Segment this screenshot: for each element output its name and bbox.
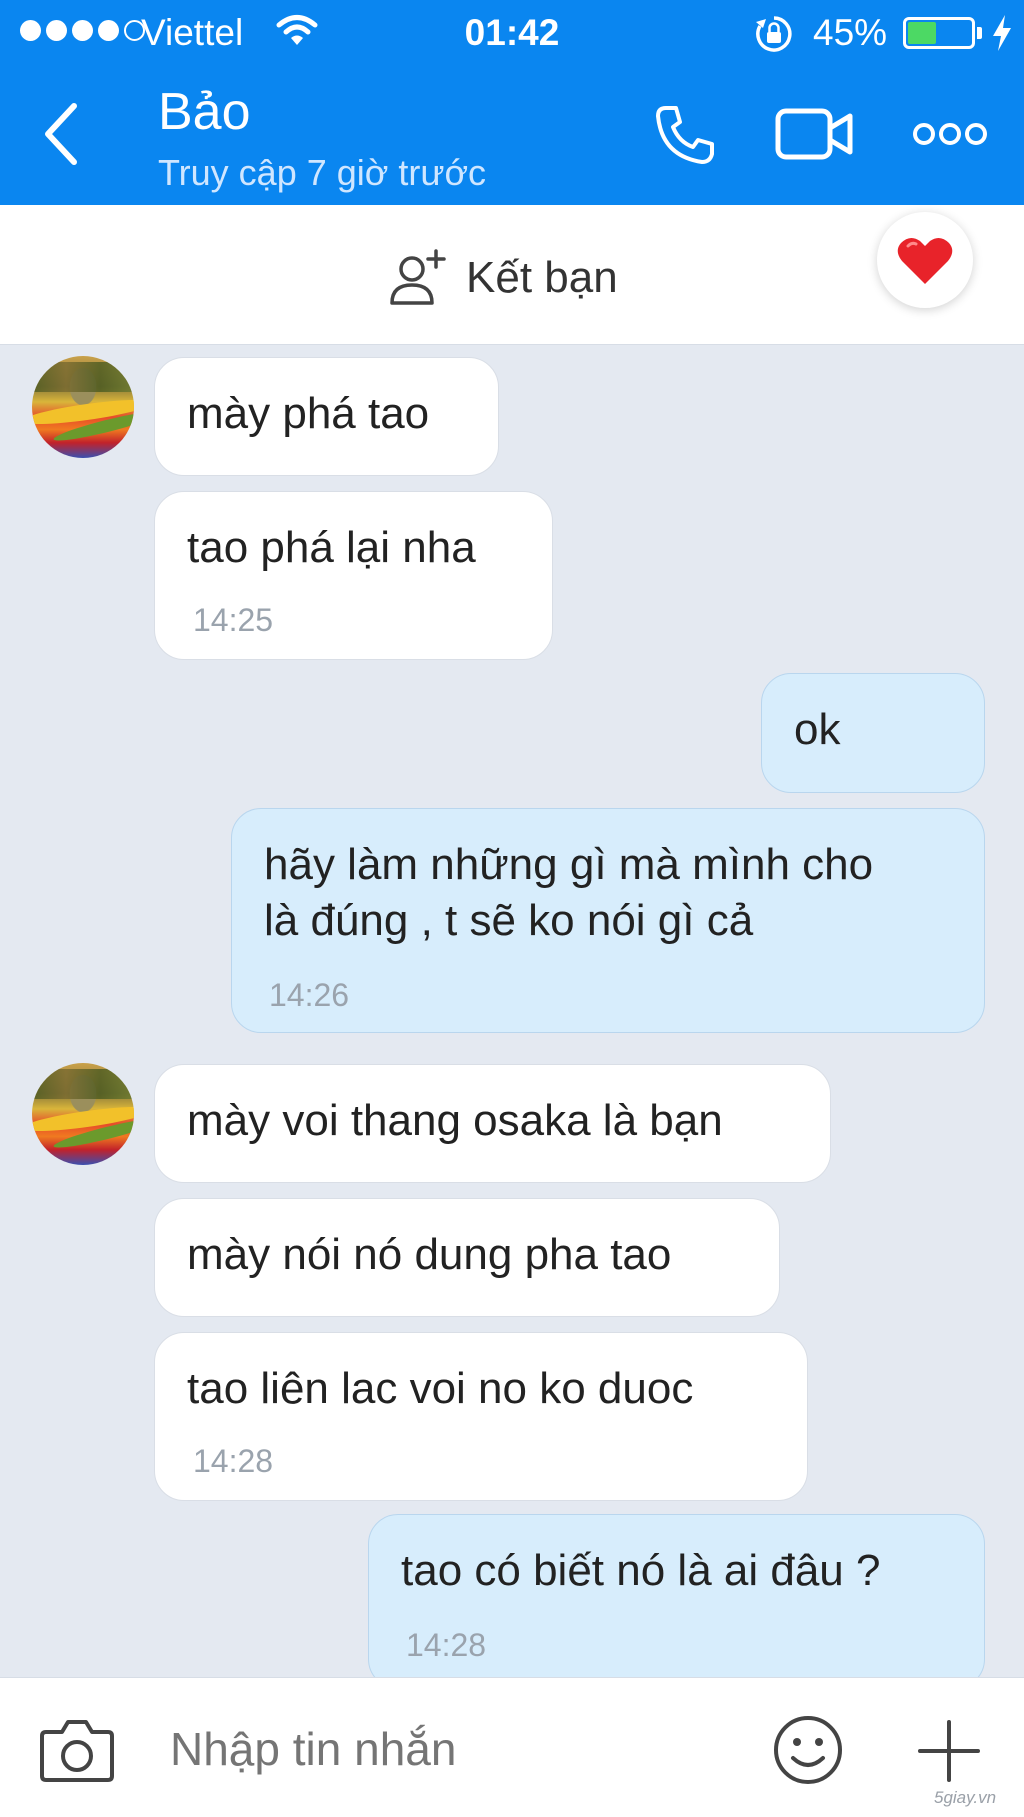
heart-icon xyxy=(897,237,953,284)
message-bubble-incoming[interactable]: tao phá lại nha 14:25 xyxy=(154,491,553,660)
message-time: 14:25 xyxy=(193,602,274,638)
message-bubble-incoming[interactable]: mày nói nó dung pha tao xyxy=(154,1198,780,1317)
charging-bolt-icon xyxy=(993,15,1011,51)
rotation-lock-icon xyxy=(756,16,792,52)
plus-icon[interactable] xyxy=(916,1718,982,1784)
message-text: tao có biết nó là ai đâu ? xyxy=(401,1546,881,1595)
add-friend-bar: Kết bạn xyxy=(0,205,1024,345)
message-text: ok xyxy=(794,705,841,754)
video-call-icon[interactable] xyxy=(775,108,853,160)
message-bubble-outgoing[interactable]: hãy làm những gì mà mình cho là đúng , t… xyxy=(231,808,985,1033)
message-text: mày phá tao xyxy=(187,389,430,438)
heart-button[interactable] xyxy=(877,212,973,308)
battery-icon xyxy=(903,17,975,49)
message-time: 14:28 xyxy=(406,1627,487,1663)
message-bubble-outgoing[interactable]: ok xyxy=(761,673,985,793)
top-bar: Viettel 01:42 45% Bảo Truy cập 7 giờ trư… xyxy=(0,0,1024,205)
add-user-icon xyxy=(390,249,446,305)
message-text: mày nói nó dung pha tao xyxy=(187,1230,672,1279)
emoji-icon[interactable] xyxy=(772,1714,844,1786)
message-bubble-incoming[interactable]: mày voi thang osaka là bạn xyxy=(154,1064,831,1183)
message-text: tao phá lại nha xyxy=(187,523,476,572)
message-bubble-outgoing[interactable]: tao có biết nó là ai đâu ? 14:28 xyxy=(368,1514,985,1689)
contact-name[interactable]: Bảo xyxy=(158,82,251,142)
watermark: 5giay.vn xyxy=(934,1788,997,1807)
message-bubble-incoming[interactable]: mày phá tao xyxy=(154,357,499,476)
message-input[interactable] xyxy=(170,1722,730,1776)
more-options-icon[interactable] xyxy=(912,120,988,148)
camera-icon[interactable] xyxy=(38,1714,116,1784)
add-friend-label: Kết bạn xyxy=(466,253,618,302)
add-friend-button[interactable]: Kết bạn xyxy=(388,249,618,307)
message-time: 14:28 xyxy=(193,1443,274,1479)
message-text: mày voi thang osaka là bạn xyxy=(187,1096,723,1145)
message-text: tao liên lac voi no ko duoc xyxy=(187,1364,694,1413)
back-arrow-icon[interactable] xyxy=(38,98,84,170)
battery-tip xyxy=(977,27,982,39)
contact-avatar[interactable] xyxy=(32,356,134,458)
last-seen: Truy cập 7 giờ trước xyxy=(158,152,487,193)
battery-percent: 45% xyxy=(813,12,888,53)
message-text: hãy làm những gì mà mình cho là đúng , t… xyxy=(264,840,874,945)
message-input-bar xyxy=(0,1677,1024,1817)
message-time: 14:26 xyxy=(269,977,350,1013)
message-bubble-incoming[interactable]: tao liên lac voi no ko duoc 14:28 xyxy=(154,1332,808,1501)
contact-avatar[interactable] xyxy=(32,1063,134,1165)
status-bar: Viettel 01:42 45% xyxy=(0,0,1024,66)
phone-call-icon[interactable] xyxy=(652,102,718,168)
